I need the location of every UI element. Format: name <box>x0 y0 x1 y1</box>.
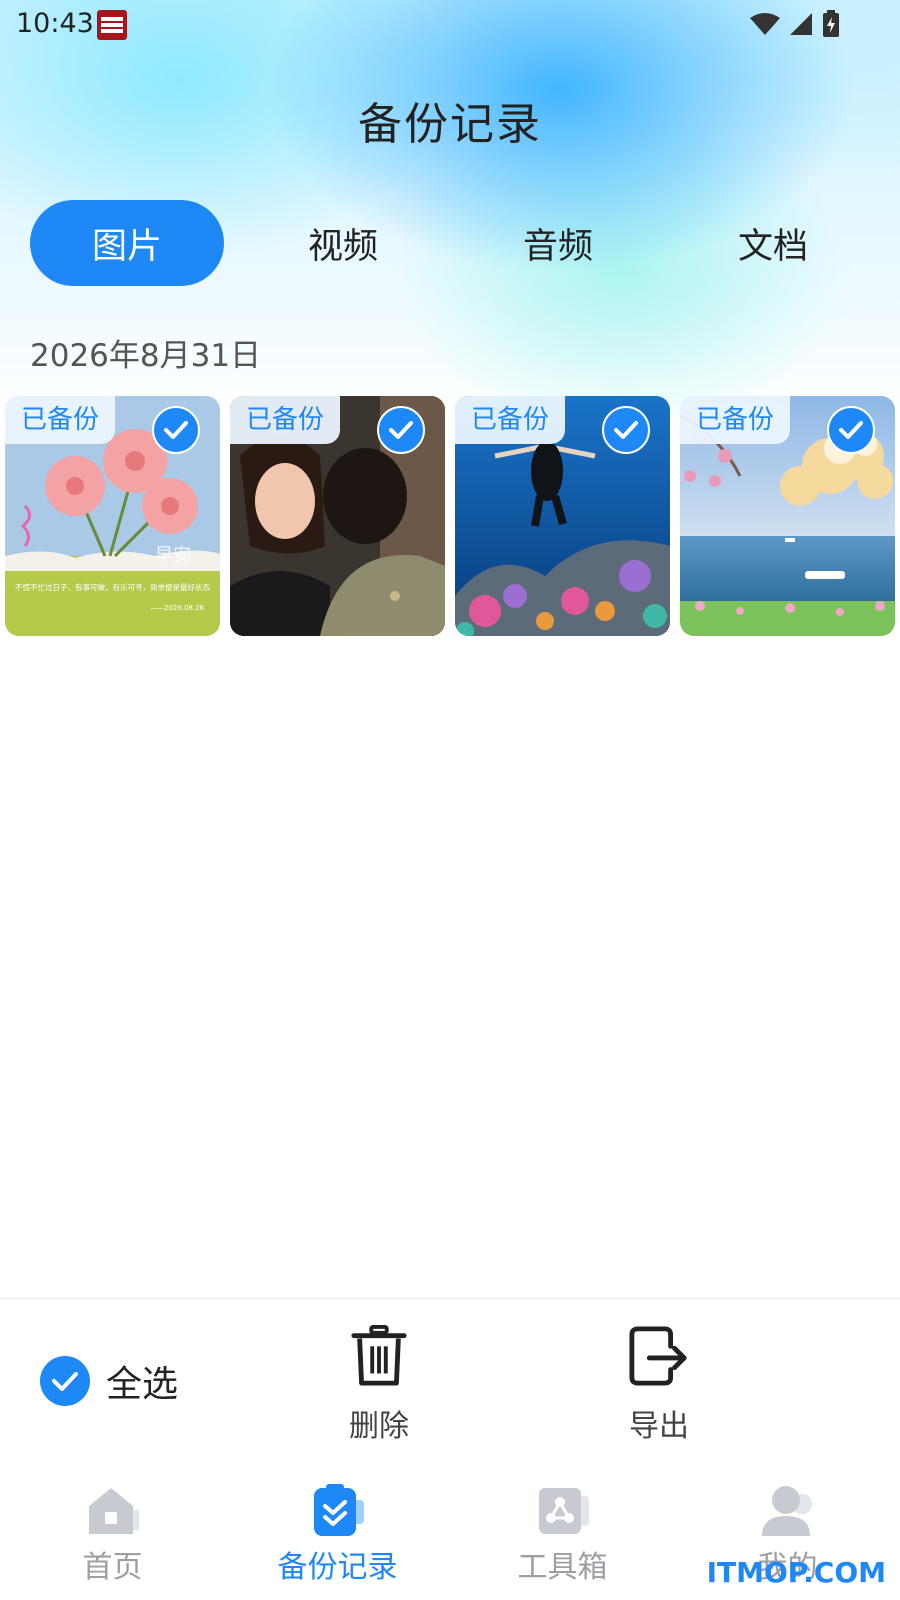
photo-thumbnail[interactable]: 已备份 <box>455 396 670 636</box>
battery-charging-icon <box>823 10 839 37</box>
wifi-icon <box>750 13 780 35</box>
select-all-label: 全选 <box>106 1364 179 1405</box>
export-label: 导出 <box>629 1409 689 1444</box>
nav-toolbox[interactable]: 工具箱 <box>450 1470 675 1600</box>
nav-toolbox-label: 工具箱 <box>517 1550 608 1585</box>
photo-thumbnail[interactable]: 已备份 <box>230 396 445 636</box>
select-all-check-icon[interactable] <box>40 1356 90 1406</box>
home-icon <box>88 1488 139 1534</box>
trash-icon <box>351 1325 407 1386</box>
notification-app-icon <box>97 10 127 40</box>
tab-documents[interactable]: 文档 <box>676 200 870 286</box>
tab-images[interactable]: 图片 <box>30 200 224 286</box>
nav-backup-record-label: 备份记录 <box>277 1550 398 1585</box>
date-group-heading: 2026年8月31日 <box>30 338 262 374</box>
media-type-tabs: 图片 视频 音频 文档 <box>30 200 890 286</box>
select-all-toggle[interactable]: 全选 <box>40 1355 178 1407</box>
selected-check-icon[interactable] <box>152 406 200 454</box>
nav-home[interactable]: 首页 <box>0 1470 225 1600</box>
backed-up-badge: 已备份 <box>5 396 116 444</box>
status-indicators <box>750 10 840 38</box>
selection-action-bar: 全选 删除 导出 <box>0 1298 900 1449</box>
export-button[interactable]: 导出 <box>589 1325 729 1445</box>
backed-up-badge: 已备份 <box>230 396 341 444</box>
tab-videos[interactable]: 视频 <box>246 200 440 286</box>
selected-check-icon[interactable] <box>827 406 875 454</box>
photo-grid: 早安 不慌不忙过日子，有事可做，有乐可寻，简单便是最好状态 ——2026.08.… <box>5 396 900 636</box>
photo-overlay-text: 早安 <box>155 545 191 566</box>
cellular-signal-icon <box>790 13 812 35</box>
status-time: 10:43 <box>16 8 94 39</box>
backup-record-icon <box>313 1484 364 1536</box>
photo-thumbnail[interactable]: 已备份 <box>680 396 895 636</box>
backed-up-badge: 已备份 <box>455 396 566 444</box>
status-bar: 10:43 <box>0 0 900 50</box>
profile-icon <box>761 1486 812 1536</box>
selected-check-icon[interactable] <box>602 406 650 454</box>
backed-up-badge: 已备份 <box>680 396 791 444</box>
delete-button[interactable]: 删除 <box>309 1325 449 1445</box>
page-title: 备份记录 <box>358 99 542 150</box>
toolbox-icon <box>538 1488 589 1534</box>
selected-check-icon[interactable] <box>377 406 425 454</box>
site-watermark: ITMOP.COM <box>706 1556 886 1589</box>
photo-caption-date: ——2026.08.26 <box>150 604 205 612</box>
tab-audio[interactable]: 音频 <box>461 200 655 286</box>
app-screen: 10:43 备份记录 图片 视频 音频 文档 2026年8月31日 早安 不慌不… <box>0 0 900 1600</box>
delete-label: 删除 <box>349 1409 409 1444</box>
nav-home-label: 首页 <box>82 1550 143 1585</box>
photo-caption: 不慌不忙过日子，有事可做，有乐可寻，简单便是最好状态 <box>15 582 210 592</box>
photo-thumbnail[interactable]: 早安 不慌不忙过日子，有事可做，有乐可寻，简单便是最好状态 ——2026.08.… <box>5 396 220 636</box>
nav-backup-record[interactable]: 备份记录 <box>225 1470 450 1600</box>
export-icon <box>629 1326 687 1386</box>
